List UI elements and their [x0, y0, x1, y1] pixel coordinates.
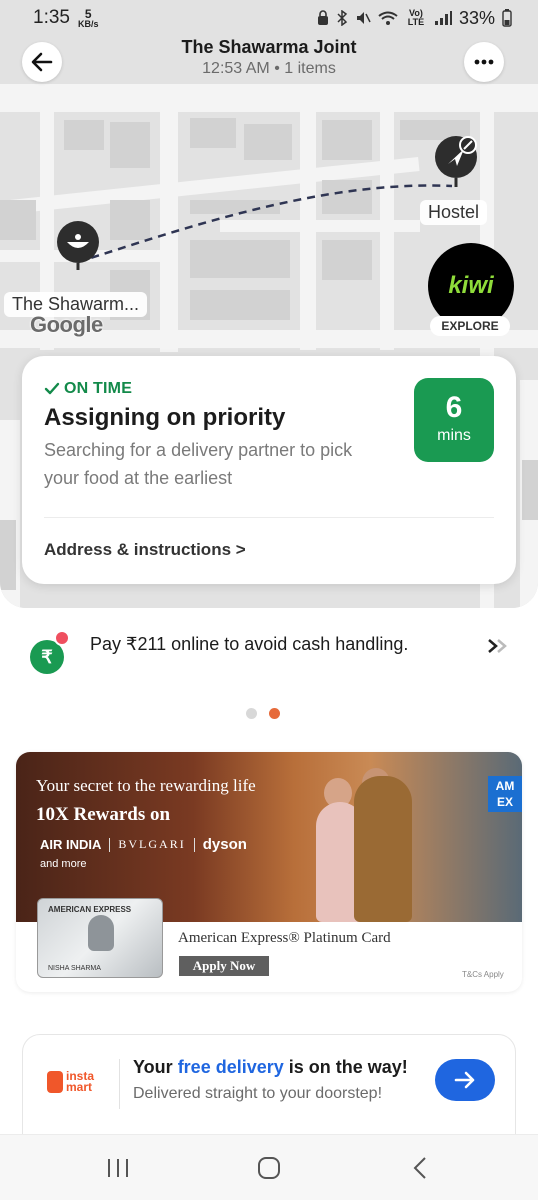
network-label: Vo) LTE — [407, 8, 425, 27]
back-button[interactable] — [22, 42, 62, 82]
arrow-right-icon — [454, 1071, 475, 1089]
status-subtitle: Searching for a delivery partner to pick… — [44, 440, 353, 488]
signal-icon — [434, 11, 452, 25]
recent-apps-button[interactable] — [104, 1153, 132, 1183]
amex-card-image: AMERICAN EXPRESS NISHA SHARMA — [37, 898, 163, 978]
wifi-icon — [378, 11, 398, 25]
instamart-bag-icon — [47, 1071, 63, 1093]
lock-icon — [317, 10, 328, 25]
ad-headline: Your secret to the rewarding life — [36, 776, 256, 795]
order-header: The Shawarma Joint 12:53 AM • 1 items — [0, 36, 538, 86]
divider — [119, 1059, 120, 1109]
destination-pin-icon[interactable] — [434, 135, 478, 189]
ad-rewards: 10X Rewards on — [36, 804, 171, 825]
notification-dot — [54, 630, 70, 646]
battery-percent: 33% — [458, 7, 495, 28]
chevron-left-icon — [413, 1157, 426, 1179]
card-portrait-icon — [88, 915, 114, 951]
bluetooth-icon — [337, 10, 348, 26]
more-dots-icon — [474, 59, 494, 65]
brand-bvlgari: BVLGARI — [118, 837, 186, 851]
more-options-button[interactable] — [464, 42, 504, 82]
recents-icon — [108, 1159, 128, 1177]
system-back-button[interactable] — [408, 1153, 432, 1183]
on-time-badge: ON TIME — [44, 380, 132, 398]
explore-label[interactable]: EXPLORE — [430, 316, 510, 336]
eta-value: 6 — [445, 391, 463, 424]
status-time: 1:35 — [33, 7, 70, 28]
eta-unit: mins — [437, 427, 471, 444]
divider — [44, 517, 494, 518]
brand-air-india: AIR INDIA — [40, 837, 102, 852]
pay-online-text: Pay ₹211 online to avoid cash handling. — [90, 634, 409, 654]
ad-person-icon — [354, 776, 412, 922]
brand-dyson: dyson — [202, 836, 247, 853]
instamart-title: Your free delivery is on the way! — [133, 1057, 408, 1077]
amex-ad-banner[interactable]: AM EX Your secret to the rewarding life … — [16, 752, 522, 992]
kiwi-logo: kiwi — [448, 272, 494, 299]
apply-now-button[interactable]: Apply Now — [179, 956, 269, 976]
ad-more: and more — [40, 858, 87, 870]
destination-label: Hostel — [420, 200, 488, 225]
terms-label: T&Cs Apply — [462, 970, 504, 979]
carousel-indicator — [246, 708, 280, 719]
delivery-status-card: ON TIME Assigning on priority Searching … — [22, 356, 516, 584]
carousel-dot-active[interactable] — [269, 708, 280, 719]
net-speed: 5 KB/s — [77, 6, 99, 29]
mute-icon — [356, 12, 371, 24]
ad-brand-list: AIR INDIA BVLGARI dyson — [40, 836, 247, 853]
restaurant-pin-icon[interactable] — [56, 220, 100, 272]
check-icon — [44, 382, 60, 395]
home-button[interactable] — [254, 1153, 284, 1183]
home-icon — [258, 1157, 280, 1179]
instamart-go-button[interactable] — [435, 1059, 495, 1101]
carousel-dot[interactable] — [246, 708, 257, 719]
amex-logo: AM EX — [488, 776, 522, 812]
instamart-subtitle: Delivered straight to your doorstep! — [133, 1085, 383, 1102]
pay-online-banner[interactable]: ₹ Pay ₹211 online to avoid cash handling… — [28, 630, 512, 674]
status-bar: 1:35 5 KB/s Vo) LTE 33% — [0, 0, 538, 36]
instamart-logo: insta mart — [47, 1069, 107, 1095]
battery-icon — [502, 9, 512, 27]
system-nav-bar — [0, 1134, 538, 1200]
order-meta: 12:53 AM • 1 items — [202, 60, 336, 77]
double-chevron-icon[interactable] — [486, 636, 510, 662]
google-logo: Google — [30, 312, 103, 337]
store-title: The Shawarma Joint — [181, 37, 357, 57]
divider — [193, 837, 195, 852]
ad-product-name: American Express® Platinum Card — [178, 930, 391, 946]
status-title: Assigning on priority — [44, 404, 286, 431]
eta-badge: 6 mins — [414, 378, 494, 462]
divider — [109, 837, 111, 852]
back-arrow-icon — [31, 52, 53, 72]
address-instructions-link[interactable]: Address & instructions > — [44, 540, 246, 560]
